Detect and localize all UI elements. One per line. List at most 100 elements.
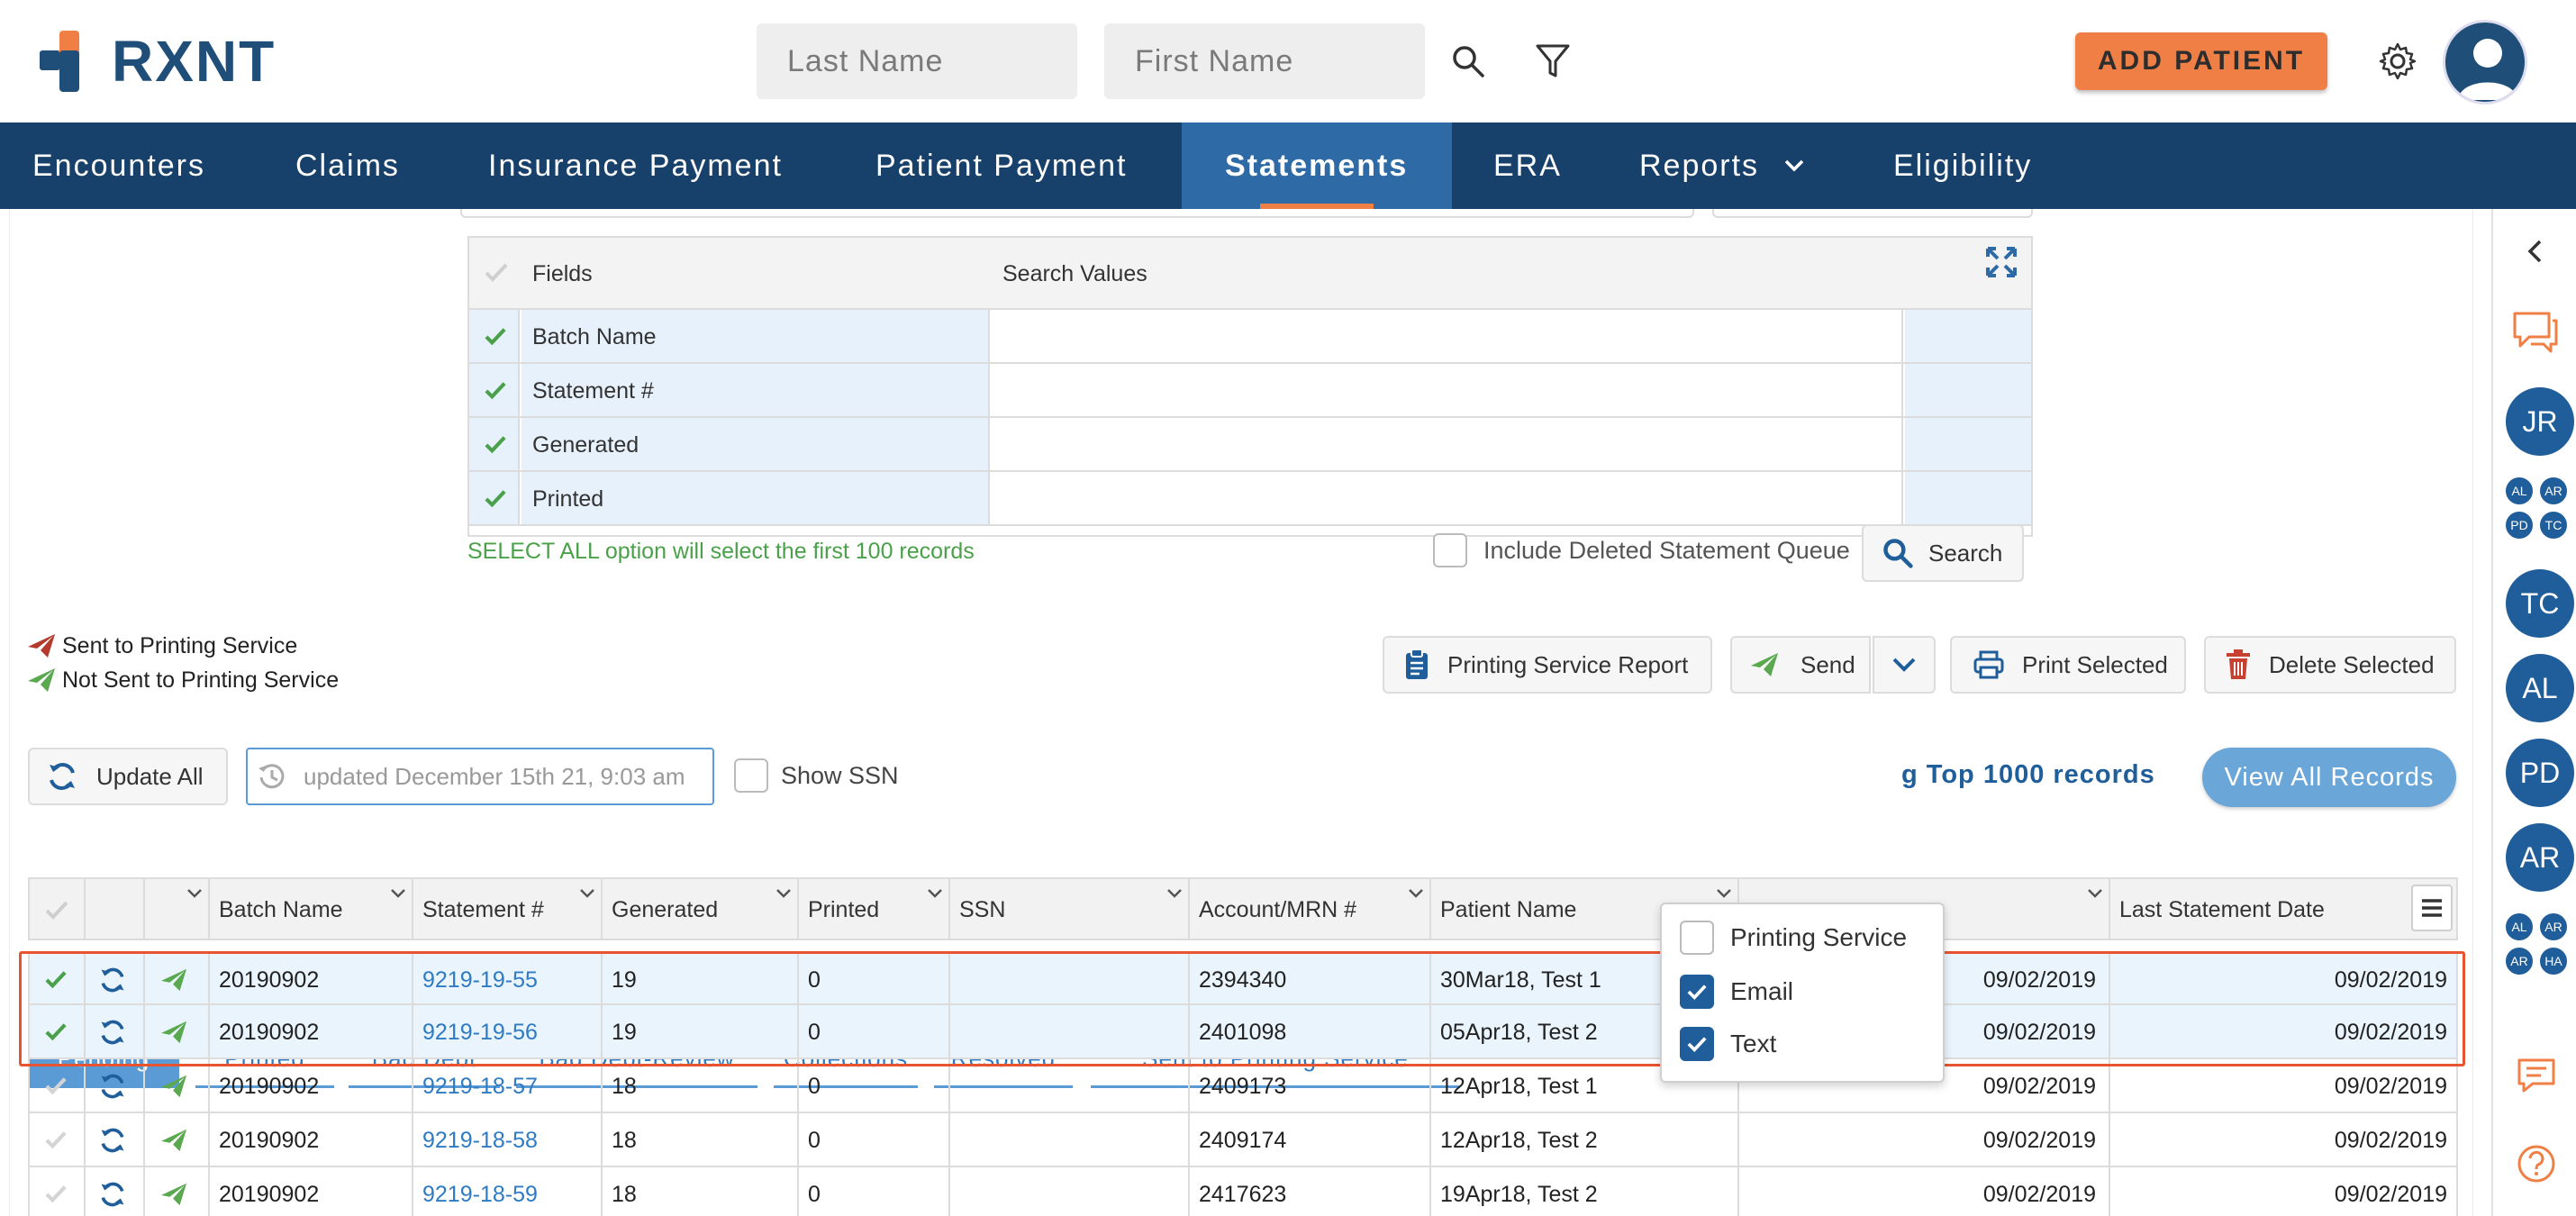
chat-contact-avatar[interactable]: TC [2506,569,2574,638]
column-menu-chevron-icon[interactable] [186,888,203,899]
send-option-printing-service[interactable]: Printing Service [1680,919,1907,957]
row-check-icon[interactable] [44,1075,68,1095]
refresh-icon[interactable] [98,1126,127,1155]
first-name-input[interactable] [1104,23,1425,99]
last-updated-field[interactable]: updated December 15th 21, 9:03 am [246,748,714,805]
table-row[interactable]: 20190902 9219-19-55 19 0 2394340 30Mar18, Tes… [28,951,2458,1005]
send-options-toggle[interactable] [1873,636,1936,694]
column-header[interactable]: Printed [808,897,879,923]
statement-link[interactable]: 9219-18-59 [422,1182,538,1208]
checkbox-unchecked-icon[interactable] [1680,921,1714,955]
column-header[interactable]: Statement # [422,897,544,923]
table-row[interactable]: 20190902 9219-18-57 18 0 2409173 12Apr18, Tes… [28,1059,2458,1113]
gear-icon[interactable] [2371,34,2425,88]
filter-icon[interactable] [1526,34,1580,88]
table-row[interactable]: 20190902 9219-18-59 18 0 2417623 19Apr18, Tes… [28,1167,2458,1216]
column-menu-chevron-icon[interactable] [776,888,792,899]
add-patient-button[interactable]: ADD PATIENT [2075,32,2327,90]
delete-selected-button[interactable]: Delete Selected [2204,636,2456,694]
paper-plane-green-icon[interactable] [159,1074,188,1099]
nav-insurance-payment[interactable]: Insurance Payment [488,123,875,209]
statement-link[interactable]: 9219-19-56 [422,1020,538,1046]
column-menu-chevron-icon[interactable] [927,888,943,899]
chat-contact-avatar[interactable]: PD [2506,739,2574,807]
chat-bubbles-icon[interactable] [2511,310,2560,353]
group-member-avatar[interactable]: PD [2504,510,2535,540]
column-menu-chevron-icon[interactable] [579,888,595,899]
chat-contact-avatar[interactable]: AR [2506,823,2574,892]
column-header[interactable]: Patient Name [1440,897,1576,923]
expand-icon[interactable] [1984,245,2018,279]
checkbox-checked-icon[interactable] [1680,975,1714,1009]
group-member-avatar[interactable]: HA [2538,946,2569,976]
nav-encounters[interactable]: Encounters [0,123,292,209]
nav-patient-payment[interactable]: Patient Payment [875,123,1182,209]
column-header[interactable]: Batch Name [219,897,343,923]
group-member-avatar[interactable]: AR [2538,912,2569,942]
column-header[interactable]: SSN [959,897,1005,923]
send-option-email[interactable]: Email [1680,973,1793,1011]
paper-plane-green-icon[interactable] [159,1182,188,1207]
nav-era[interactable]: ERA [1452,123,1639,209]
paper-plane-green-icon[interactable] [159,1020,188,1045]
paper-plane-green-icon[interactable] [159,1128,188,1153]
chat-contact-avatar[interactable]: JR [2506,387,2574,456]
statement-link[interactable]: 9219-19-55 [422,967,538,994]
nav-statements[interactable]: Statements [1182,123,1452,209]
column-menu-chevron-icon[interactable] [1166,888,1183,899]
statement-link[interactable]: 9219-18-58 [422,1128,538,1154]
refresh-icon[interactable] [98,1180,127,1209]
row-check-icon[interactable] [44,969,68,989]
refresh-icon[interactable] [98,1072,127,1101]
update-all-button[interactable]: Update All [28,748,228,805]
row-check-icon[interactable] [44,1130,68,1149]
group-member-avatar[interactable]: TC [2538,510,2569,540]
filter-check-cell[interactable] [469,418,520,470]
search-icon[interactable] [1441,34,1495,88]
message-icon[interactable] [2517,1057,2556,1093]
printing-service-report-button[interactable]: Printing Service Report [1383,636,1712,694]
group-member-avatar[interactable]: AL [2504,912,2535,942]
column-menu-chevron-icon[interactable] [1716,888,1732,899]
group-member-avatar[interactable]: AL [2504,476,2535,506]
row-check-icon[interactable] [44,1184,68,1203]
column-menu-chevron-icon[interactable] [2087,888,2103,899]
send-option-text[interactable]: Text [1680,1025,1776,1063]
column-header[interactable]: Last Statement Date [2119,897,2325,923]
send-button[interactable]: Send [1730,636,1871,694]
column-menu-chevron-icon[interactable] [390,888,406,899]
column-options-menu-icon[interactable] [2411,885,2453,931]
show-ssn-option[interactable]: Show SSN [734,758,899,793]
filter-value-input[interactable] [992,310,1903,362]
group-member-avatar[interactable]: AR [2504,946,2535,976]
nav-eligibility[interactable]: Eligibility [1893,123,2163,209]
print-selected-button[interactable]: Print Selected [1950,636,2186,694]
show-ssn-checkbox[interactable] [734,758,768,793]
refresh-icon[interactable] [98,966,127,994]
search-button[interactable]: Search [1862,524,2024,582]
filter-value-input[interactable] [992,418,1903,470]
filter-check-cell[interactable] [469,364,520,416]
view-all-records-button[interactable]: View All Records [2202,748,2456,807]
filter-check-cell[interactable] [469,472,520,524]
checkbox-checked-icon[interactable] [1680,1027,1714,1061]
chevron-left-icon[interactable] [2524,238,2545,265]
column-header[interactable]: Account/MRN # [1199,897,1356,923]
table-row[interactable]: 20190902 9219-18-58 18 0 2409174 12Apr18, Tes… [28,1113,2458,1167]
include-deleted-option[interactable]: Include Deleted Statement Queue [1433,533,1850,567]
user-avatar[interactable] [2443,20,2527,104]
select-all-check-icon[interactable] [44,899,69,921]
table-row[interactable]: 20190902 9219-19-56 19 0 2401098 05Apr18, Tes… [28,1005,2458,1059]
help-icon[interactable] [2517,1144,2556,1184]
last-name-input[interactable] [757,23,1077,99]
group-member-avatar[interactable]: AR [2538,476,2569,506]
statement-link[interactable]: 9219-18-57 [422,1074,538,1100]
column-header[interactable]: Generated [612,897,718,923]
column-menu-chevron-icon[interactable] [1408,888,1424,899]
chat-contact-avatar[interactable]: AL [2506,654,2574,722]
nav-reports[interactable]: Reports [1639,123,1893,209]
row-check-icon[interactable] [44,1021,68,1041]
include-deleted-checkbox[interactable] [1433,533,1467,567]
filter-value-input[interactable] [992,364,1903,416]
filter-check-cell[interactable] [469,310,520,362]
